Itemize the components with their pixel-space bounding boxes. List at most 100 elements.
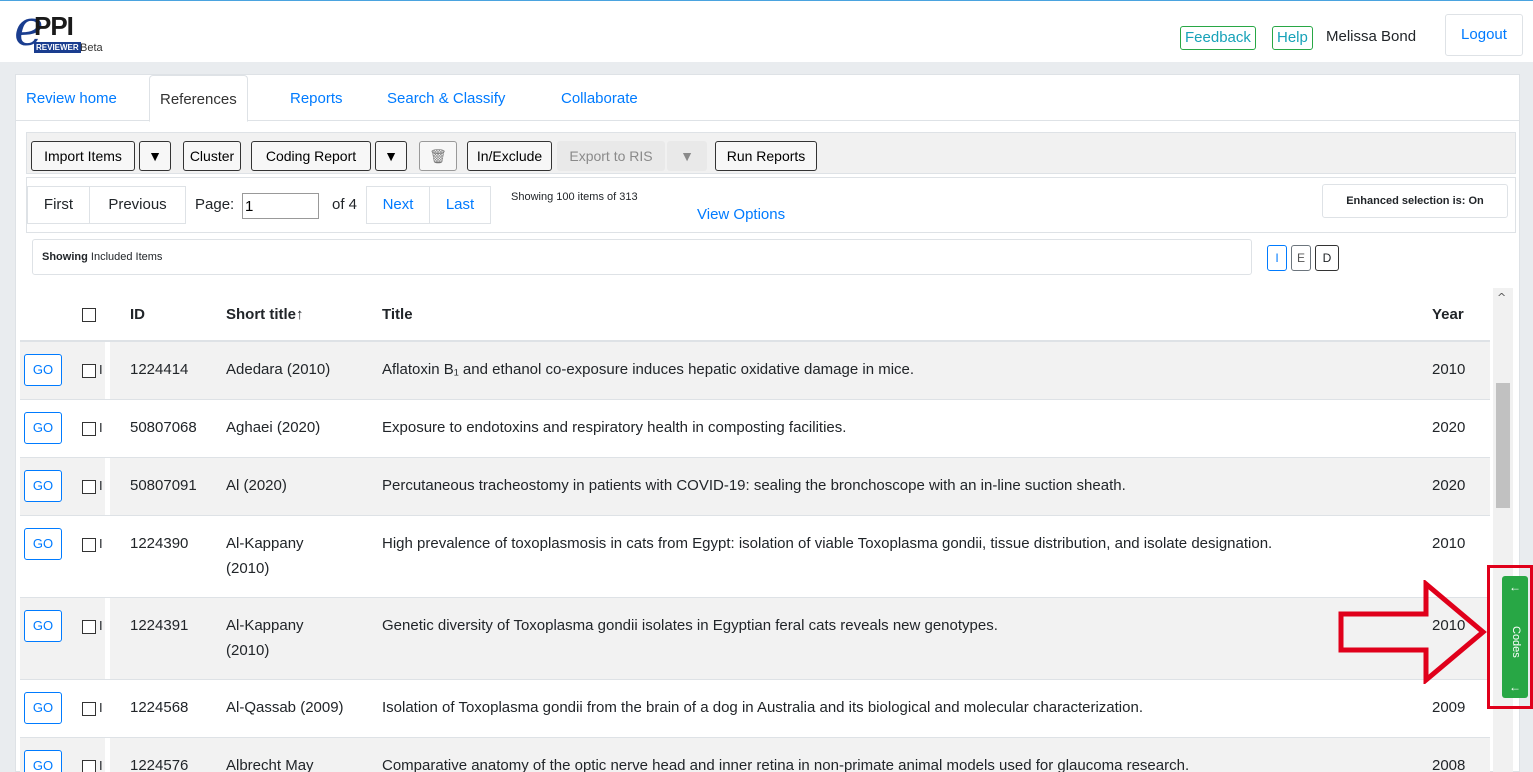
table-row[interactable]: GO I 1224568 Al-Qassab (2009) Isolation …: [20, 680, 1490, 738]
go-button[interactable]: GO: [24, 528, 62, 560]
row-short-title: Adedara (2010): [226, 361, 331, 378]
row-checkbox[interactable]: [82, 620, 96, 634]
table-header: ID Short title↑ Title Year: [20, 288, 1490, 342]
tab-bar: Review home References Reports Search & …: [16, 75, 1519, 122]
filter-excluded-button[interactable]: E: [1291, 245, 1311, 271]
row-title: Aflatoxin B₁ and ethanol co-exposure ind…: [382, 361, 915, 378]
filter-deleted-button[interactable]: D: [1315, 245, 1339, 271]
row-id: 1224568: [130, 699, 189, 716]
main-panel: Review home References Reports Search & …: [15, 74, 1520, 772]
go-button[interactable]: GO: [24, 354, 62, 386]
included-flag: I: [99, 536, 103, 551]
coding-report-button[interactable]: Coding Report: [251, 141, 371, 171]
arrow-left-icon: ←: [1509, 580, 1521, 594]
included-flag: I: [99, 700, 103, 715]
first-page-button[interactable]: First: [27, 186, 90, 224]
pager-bar: First Previous Page: of 4 Next Last Show…: [26, 177, 1516, 233]
view-options-link[interactable]: View Options: [697, 206, 785, 223]
table-row[interactable]: GO I 1224390 Al-Kappany (2010) High prev…: [20, 516, 1490, 598]
scroll-up-icon[interactable]: ^: [1497, 291, 1506, 304]
feedback-button[interactable]: Feedback: [1180, 26, 1256, 50]
row-id: 50807091: [130, 477, 197, 494]
included-flag: I: [99, 478, 103, 493]
table-row[interactable]: GO I 1224414 Adedara (2010) Aflatoxin B₁…: [20, 342, 1490, 400]
in-exclude-button[interactable]: In/Exclude: [467, 141, 552, 171]
go-button[interactable]: GO: [24, 610, 62, 642]
row-checkbox[interactable]: [82, 364, 96, 378]
row-id: 1224391: [130, 617, 189, 634]
export-ris-button[interactable]: Export to RIS: [557, 141, 665, 171]
enhanced-selection-toggle[interactable]: Enhanced selection is: On: [1322, 184, 1508, 218]
coding-report-dropdown[interactable]: ▼: [375, 141, 407, 171]
annotation-arrow: [1338, 580, 1487, 684]
row-checkbox[interactable]: [82, 538, 96, 552]
row-checkbox[interactable]: [82, 422, 96, 436]
short-title-column-header[interactable]: Short title↑: [226, 306, 304, 323]
codes-label: Codes: [1510, 626, 1522, 658]
tab-review-home[interactable]: Review home: [16, 75, 127, 121]
included-flag: I: [99, 362, 103, 377]
go-button[interactable]: GO: [24, 412, 62, 444]
go-button[interactable]: GO: [24, 692, 62, 724]
row-year: 2020: [1432, 419, 1466, 436]
codes-panel-toggle[interactable]: ← Codes ←: [1502, 576, 1528, 698]
row-short-title: Al-Kappany (2010): [226, 617, 304, 659]
trash-icon: 🗑: [429, 148, 447, 164]
previous-page-button[interactable]: Previous: [89, 186, 186, 224]
row-title: Comparative anatomy of the optic nerve h…: [382, 757, 1190, 772]
arrow-left-icon: ←: [1509, 680, 1521, 694]
showing-filter-box: Showing Included Items: [32, 239, 1252, 275]
page-count: of 4: [332, 196, 358, 213]
table-row[interactable]: GO I 50807068 Aghaei (2020) Exposure to …: [20, 400, 1490, 458]
row-short-title: Al-Kappany (2010): [226, 535, 304, 577]
tab-search-classify[interactable]: Search & Classify: [377, 75, 515, 121]
go-button[interactable]: GO: [24, 750, 62, 772]
row-title: High prevalence of toxoplasmosis in cats…: [382, 535, 1273, 552]
logout-button[interactable]: Logout: [1445, 14, 1523, 56]
row-checkbox[interactable]: [82, 702, 96, 716]
row-title: Genetic diversity of Toxoplasma gondii i…: [382, 617, 998, 634]
app-header: e PPI REVIEWER Beta Feedback Help Meliss…: [0, 0, 1533, 62]
go-button[interactable]: GO: [24, 470, 62, 502]
year-column-header[interactable]: Year: [1432, 306, 1464, 323]
table-row[interactable]: GO I 50807091 Al (2020) Percutaneous tra…: [20, 458, 1490, 516]
id-column-header[interactable]: ID: [130, 306, 145, 323]
import-items-dropdown[interactable]: ▼: [139, 141, 171, 171]
row-year: 2008: [1432, 757, 1466, 772]
row-checkbox[interactable]: [82, 480, 96, 494]
row-year: 2009: [1432, 699, 1466, 716]
cluster-button[interactable]: Cluster: [183, 141, 241, 171]
row-id: 1224390: [130, 535, 189, 552]
row-short-title: Albrecht May: [226, 757, 314, 772]
table-row[interactable]: GO I 1224576 Albrecht May Comparative an…: [20, 738, 1490, 772]
help-button[interactable]: Help: [1272, 26, 1313, 50]
title-column-header[interactable]: Title: [382, 306, 413, 323]
tab-references[interactable]: References: [149, 75, 248, 122]
enhanced-selection-label: Enhanced selection is:: [1346, 195, 1466, 207]
row-year: 2010: [1432, 535, 1466, 552]
tab-reports[interactable]: Reports: [280, 75, 353, 121]
eppi-reviewer-logo: e PPI REVIEWER Beta: [14, 0, 103, 57]
delete-button[interactable]: 🗑: [419, 141, 457, 171]
next-page-button[interactable]: Next: [366, 186, 430, 224]
page-number-input[interactable]: [242, 193, 319, 219]
row-title: Exposure to endotoxins and respiratory h…: [382, 419, 847, 436]
run-reports-button[interactable]: Run Reports: [715, 141, 817, 171]
import-items-button[interactable]: Import Items: [31, 141, 135, 171]
row-checkbox[interactable]: [82, 760, 96, 772]
table-row[interactable]: GO I 1224391 Al-Kappany (2010) Genetic d…: [20, 598, 1490, 680]
showing-label: Showing: [42, 251, 88, 263]
included-flag: I: [99, 420, 103, 435]
last-page-button[interactable]: Last: [429, 186, 491, 224]
enhanced-selection-value: On: [1468, 195, 1484, 207]
row-id: 50807068: [130, 419, 197, 436]
scrollbar-thumb[interactable]: [1496, 383, 1510, 508]
filter-included-button[interactable]: I: [1267, 245, 1287, 271]
row-title: Isolation of Toxoplasma gondii from the …: [382, 699, 1143, 716]
row-title: Percutaneous tracheostomy in patients wi…: [382, 477, 1126, 494]
row-year: 2020: [1432, 477, 1466, 494]
select-all-checkbox[interactable]: [82, 308, 96, 322]
tab-collaborate[interactable]: Collaborate: [551, 75, 648, 121]
export-ris-dropdown[interactable]: ▼: [667, 141, 707, 171]
row-short-title: Al (2020): [226, 477, 287, 494]
